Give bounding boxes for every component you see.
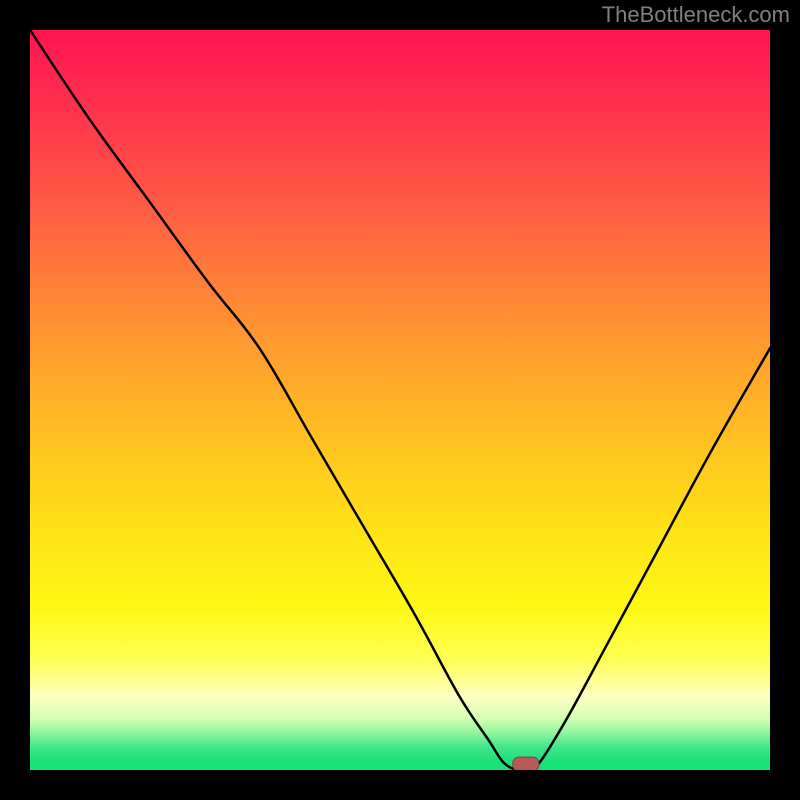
optimum-marker bbox=[513, 757, 539, 770]
watermark-text: TheBottleneck.com bbox=[602, 2, 790, 28]
chart-frame: TheBottleneck.com bbox=[0, 0, 800, 800]
bottleneck-curve bbox=[30, 30, 770, 770]
plot-area bbox=[30, 30, 770, 770]
curve-svg bbox=[30, 30, 770, 770]
